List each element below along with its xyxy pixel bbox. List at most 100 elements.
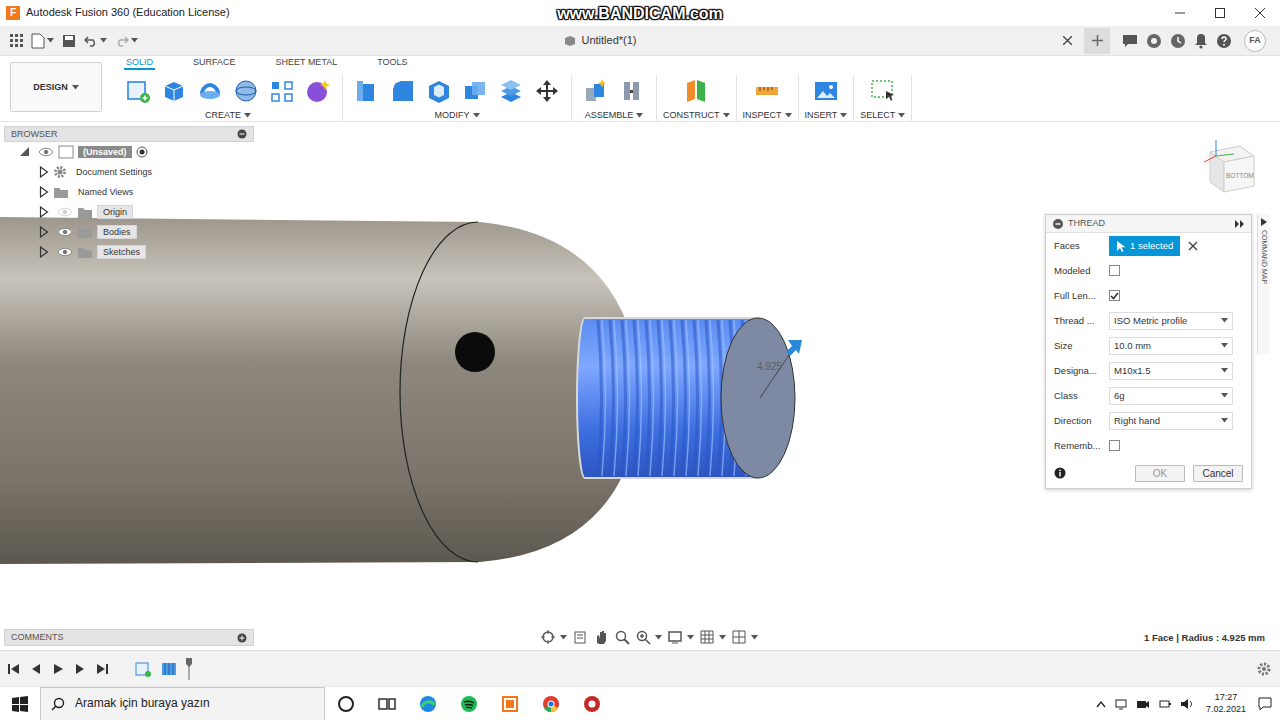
nav-tool-icon[interactable] bbox=[731, 629, 747, 645]
timeline-settings-icon[interactable] bbox=[1256, 661, 1272, 677]
undo-icon[interactable] bbox=[84, 35, 98, 47]
pattern-icon[interactable] bbox=[269, 78, 295, 104]
press-icon[interactable] bbox=[354, 78, 380, 104]
nav-tool-icon[interactable] bbox=[699, 629, 715, 645]
plus-icon[interactable] bbox=[1092, 35, 1103, 46]
taskbar-app[interactable] bbox=[530, 695, 571, 713]
browser-item-label[interactable]: Origin bbox=[97, 205, 133, 220]
expand-toggle[interactable] bbox=[39, 246, 49, 258]
dropdown[interactable]: M10x1.5 bbox=[1109, 362, 1233, 380]
show-hidden-icon[interactable] bbox=[1096, 700, 1106, 708]
search-box[interactable] bbox=[40, 687, 325, 720]
redo-button[interactable] bbox=[111, 29, 142, 53]
checkbox[interactable] bbox=[1109, 290, 1120, 301]
nav-tool-icon[interactable] bbox=[667, 629, 683, 645]
cortana-icon[interactable] bbox=[337, 695, 355, 713]
play-icon[interactable] bbox=[52, 663, 64, 675]
activate-icon[interactable] bbox=[136, 146, 148, 158]
next-icon[interactable] bbox=[74, 663, 86, 675]
toolbar-tab[interactable]: SOLID bbox=[124, 56, 155, 70]
taskbar-app[interactable] bbox=[366, 695, 407, 713]
taskbar-app[interactable] bbox=[407, 695, 448, 713]
caret-icon[interactable] bbox=[47, 38, 54, 43]
tool-button[interactable] bbox=[865, 78, 901, 104]
scale-icon[interactable] bbox=[498, 78, 524, 104]
tool-button[interactable] bbox=[457, 78, 493, 104]
tool-button[interactable] bbox=[749, 78, 785, 104]
windows-icon[interactable] bbox=[12, 696, 28, 712]
minimize-icon[interactable] bbox=[1175, 8, 1185, 18]
asbuilt-icon[interactable] bbox=[619, 78, 645, 104]
selection-button[interactable]: 1 selected bbox=[1109, 236, 1180, 256]
eye-icon[interactable] bbox=[57, 246, 73, 258]
checkbox[interactable] bbox=[1109, 440, 1120, 451]
nav-button[interactable] bbox=[731, 629, 758, 645]
tool-button[interactable] bbox=[120, 78, 156, 104]
fusion-icon[interactable] bbox=[501, 695, 519, 713]
fillet-icon[interactable] bbox=[390, 78, 416, 104]
caret-icon[interactable] bbox=[840, 113, 847, 118]
edge-icon[interactable] bbox=[419, 695, 437, 713]
caret-icon[interactable] bbox=[636, 113, 643, 118]
tool-button[interactable] bbox=[578, 78, 614, 104]
task-view-icon[interactable] bbox=[378, 695, 396, 713]
help-icon[interactable] bbox=[1216, 33, 1232, 49]
nav-tool-icon[interactable] bbox=[635, 629, 651, 645]
caret-icon[interactable] bbox=[898, 113, 905, 118]
tool-button[interactable] bbox=[808, 78, 844, 104]
apps-button[interactable] bbox=[6, 29, 27, 53]
toolbar-tab[interactable]: TOOLS bbox=[375, 56, 409, 70]
new-tab-button[interactable] bbox=[1084, 28, 1110, 54]
tool-button[interactable] bbox=[493, 78, 529, 104]
caret-icon[interactable] bbox=[473, 113, 480, 118]
user-avatar[interactable]: FA bbox=[1244, 30, 1266, 52]
expand-toggle[interactable] bbox=[39, 166, 49, 178]
group-menu[interactable]: CREATE bbox=[205, 110, 251, 121]
browser-item-label[interactable]: Sketches bbox=[97, 245, 146, 260]
camera-icon[interactable] bbox=[1136, 697, 1150, 711]
box-icon[interactable] bbox=[161, 78, 187, 104]
expand-toggle[interactable] bbox=[39, 226, 49, 238]
toolbar-tab[interactable]: SHEET METAL bbox=[274, 56, 340, 70]
tool-button[interactable] bbox=[192, 78, 228, 104]
eye-icon[interactable] bbox=[38, 146, 54, 158]
thread-feature-icon[interactable] bbox=[160, 660, 178, 678]
group-menu[interactable]: MODIFY bbox=[435, 110, 480, 121]
puzzle-icon[interactable] bbox=[1146, 33, 1162, 49]
ruler-icon[interactable] bbox=[754, 78, 780, 104]
revolve-icon[interactable] bbox=[197, 78, 223, 104]
minimize-button[interactable] bbox=[1160, 0, 1200, 26]
undo-button[interactable] bbox=[80, 29, 111, 53]
image-icon[interactable] bbox=[813, 78, 839, 104]
marker-icon[interactable] bbox=[186, 658, 192, 680]
power-icon[interactable] bbox=[1158, 697, 1172, 711]
form-icon[interactable] bbox=[305, 78, 331, 104]
tool-button[interactable] bbox=[385, 78, 421, 104]
nav-button[interactable] bbox=[667, 629, 694, 645]
document-tab[interactable]: Untitled*(1) bbox=[564, 34, 636, 47]
first-icon[interactable] bbox=[8, 663, 20, 675]
caret-icon[interactable] bbox=[1221, 368, 1228, 373]
nav-tool-icon[interactable] bbox=[593, 629, 609, 645]
start-button[interactable] bbox=[0, 696, 40, 712]
dropdown[interactable]: Right hand bbox=[1109, 412, 1233, 430]
tool-button[interactable] bbox=[228, 78, 264, 104]
toolbar-tab[interactable]: SURFACE bbox=[191, 56, 238, 70]
last-icon[interactable] bbox=[96, 663, 108, 675]
chat-button[interactable] bbox=[1118, 29, 1142, 53]
sphere-icon[interactable] bbox=[233, 78, 259, 104]
tool-button[interactable] bbox=[300, 78, 336, 104]
caret-icon[interactable] bbox=[244, 113, 251, 118]
nav-button[interactable] bbox=[614, 629, 630, 645]
browser-item-label[interactable]: Named Views bbox=[73, 186, 138, 199]
close-button[interactable] bbox=[1240, 0, 1280, 26]
caret-icon[interactable] bbox=[655, 635, 662, 640]
taskbar-app[interactable] bbox=[325, 695, 366, 713]
nav-button[interactable] bbox=[699, 629, 726, 645]
browser-item-label[interactable]: (Unsaved) bbox=[78, 146, 132, 159]
nav-tool-icon[interactable] bbox=[572, 629, 588, 645]
clear-icon[interactable] bbox=[1188, 241, 1198, 251]
spotify-icon[interactable] bbox=[460, 695, 478, 713]
caret-icon[interactable] bbox=[1221, 393, 1228, 398]
job-status-button[interactable] bbox=[1166, 29, 1190, 53]
